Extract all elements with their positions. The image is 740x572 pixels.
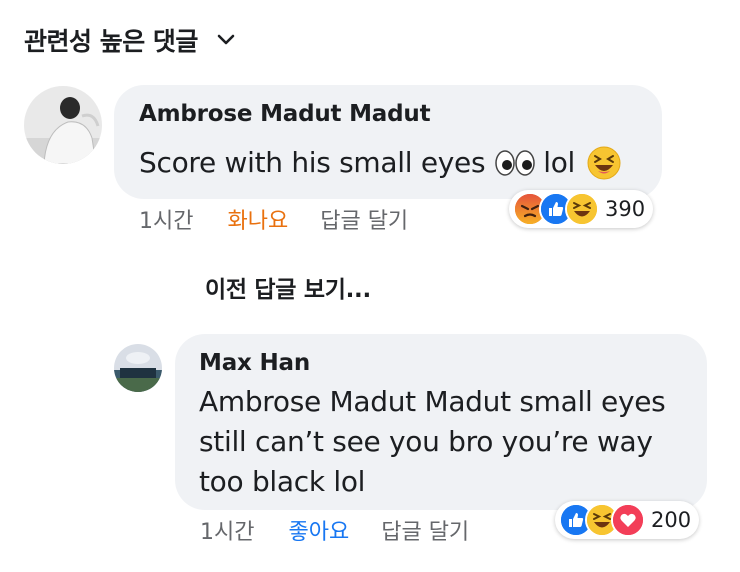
eyes-emoji-icon <box>495 150 535 176</box>
avatar[interactable] <box>24 86 102 164</box>
reply-button[interactable]: 답글 달기 <box>381 514 469 546</box>
laughing-emoji-icon <box>587 146 621 180</box>
react-button[interactable]: 화나요 <box>227 203 288 235</box>
chevron-down-icon <box>216 30 236 50</box>
sort-label: 관련성 높은 댓글 <box>24 27 198 56</box>
reaction-count: 200 <box>651 508 692 532</box>
comment-time[interactable]: 1시간 <box>139 203 193 235</box>
comment-author[interactable]: Max Han <box>199 350 310 376</box>
comment-author[interactable]: Ambrose Madut Madut <box>139 101 431 127</box>
comment-time[interactable]: 1시간 <box>200 514 254 546</box>
view-previous-replies-link[interactable]: 이전 답글 보기... <box>205 270 371 304</box>
comment-text-body: Score with his small eyes <box>139 146 486 179</box>
reply-bubble: Max Han Ambrose Madut Madut small eyes s… <box>175 334 707 510</box>
sort-dropdown[interactable]: 관련성 높은 댓글 <box>24 20 236 60</box>
comment-text: Ambrose Madut Madut small eyes still can… <box>199 385 666 498</box>
comment-bubble: Ambrose Madut Madut Score with his small… <box>114 85 662 199</box>
avatar[interactable] <box>114 344 162 392</box>
react-button[interactable]: 좋아요 <box>288 514 349 546</box>
love-reaction-icon <box>611 503 645 537</box>
reaction-summary[interactable]: 390 <box>509 190 654 228</box>
reaction-count: 390 <box>605 197 646 221</box>
reaction-summary[interactable]: 200 <box>555 501 700 539</box>
comment-text-suffix: lol <box>543 146 576 179</box>
reply-button[interactable]: 답글 달기 <box>320 203 408 235</box>
comment-text: Score with his small eyes lol <box>139 143 621 183</box>
comment-actions: 1시간 좋아요 답글 달기 <box>200 515 469 545</box>
haha-reaction-icon <box>565 192 599 226</box>
comment-actions: 1시간 화나요 답글 달기 <box>139 204 408 234</box>
